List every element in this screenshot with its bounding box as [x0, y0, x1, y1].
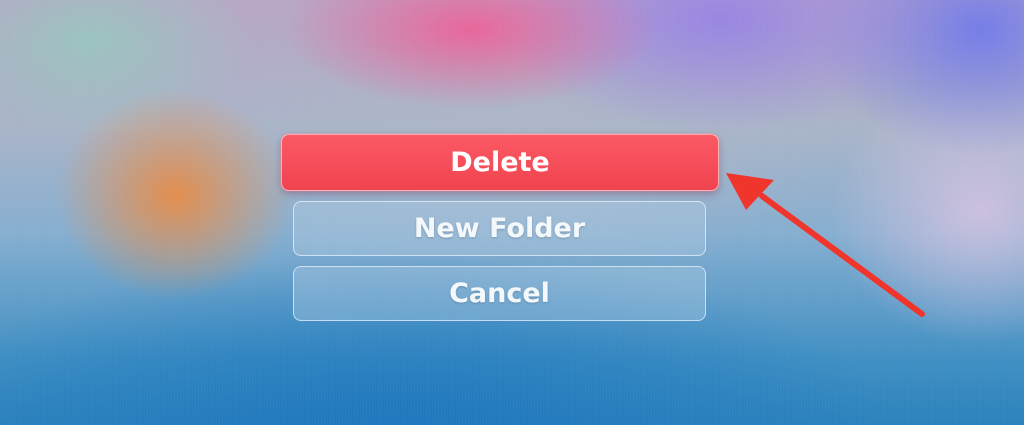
new-folder-button[interactable]: New Folder [293, 201, 706, 256]
delete-button-label: Delete [450, 147, 550, 178]
context-menu: Delete New Folder Cancel [0, 0, 1024, 425]
cancel-button-label: Cancel [449, 278, 550, 309]
new-folder-button-label: New Folder [413, 213, 586, 244]
cancel-button[interactable]: Cancel [293, 266, 706, 321]
delete-button[interactable]: Delete [281, 134, 719, 191]
